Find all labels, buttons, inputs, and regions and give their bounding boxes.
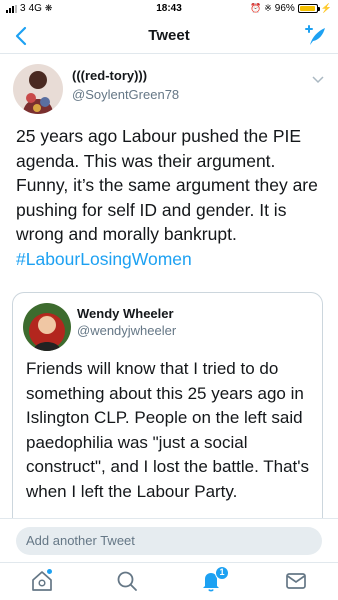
tweet-author: (((red-tory))) @SoylentGreen78 — [72, 68, 179, 102]
author-display-name[interactable]: (((red-tory))) — [72, 68, 179, 83]
status-right: ⏰ ※ 96% ⚡ — [250, 3, 332, 14]
quoted-text: Friends will know that I tried to do som… — [26, 359, 310, 501]
charging-icon: ⚡ — [320, 3, 332, 13]
quoted-tweet[interactable]: Wendy Wheeler @wendyjwheeler Friends wil… — [12, 292, 323, 532]
page-title: Tweet — [148, 27, 190, 44]
quoted-display-name: Wendy Wheeler — [77, 306, 174, 321]
status-bar: 3 4G ❋ 18:43 ⏰ ※ 96% ⚡ — [0, 0, 338, 18]
quoted-avatar — [23, 303, 71, 351]
tab-bar: 1 — [0, 562, 338, 600]
search-icon[interactable] — [115, 569, 139, 593]
battery-percent: 96% — [274, 3, 295, 14]
alarm-icon: ⏰ — [250, 3, 262, 13]
bluetooth-icon: ※ — [264, 3, 272, 13]
compose-tweet-icon[interactable] — [302, 23, 328, 49]
reply-bar: Add another Tweet — [0, 518, 338, 562]
reply-input[interactable]: Add another Tweet — [16, 527, 322, 555]
notification-badge: 1 — [215, 566, 229, 580]
navigation-bar: Tweet — [0, 18, 338, 54]
hashtag-link[interactable]: #LabourLosingWomen — [16, 249, 192, 269]
tweet-text: 25 years ago Labour pushed the PIE agend… — [16, 126, 318, 244]
battery-fill — [299, 6, 316, 11]
home-unread-dot — [47, 569, 52, 574]
chevron-down-icon[interactable] — [312, 72, 324, 84]
tweet-text-block: 25 years ago Labour pushed the PIE agend… — [16, 124, 326, 271]
author-handle[interactable]: @SoylentGreen78 — [72, 87, 179, 102]
battery-icon — [297, 4, 320, 13]
envelope-icon[interactable] — [284, 569, 308, 593]
quoted-handle: @wendyjwheeler — [77, 323, 177, 338]
avatar[interactable] — [13, 64, 63, 114]
